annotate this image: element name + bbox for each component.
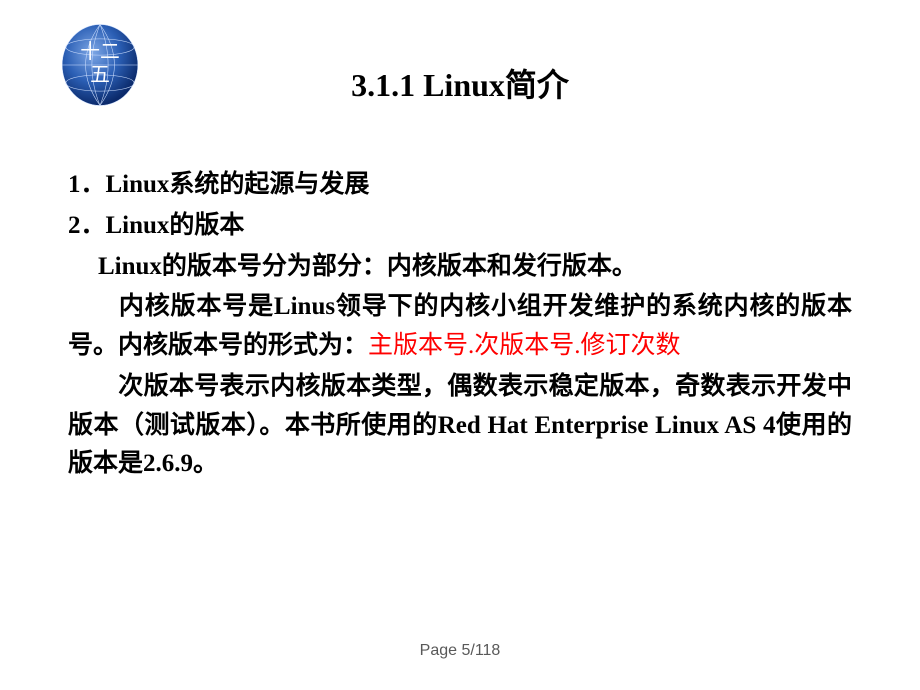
para3-text: 次版本号表示内核版本类型，偶数表示稳定版本，奇数表示开发中版本（测试版本）。本书… [68, 373, 852, 478]
list-item-1: 1．Linux系统的起源与发展 [68, 166, 852, 205]
logo-globe: 十二 五 [55, 20, 145, 110]
logo-text-top: 十二 [80, 41, 120, 63]
paragraph-3: 次版本号表示内核版本类型，偶数表示稳定版本，奇数表示开发中版本（测试版本）。本书… [68, 368, 852, 484]
slide-container: 十二 五 3.1.1 Linux简介 1．Linux系统的起源与发展 2．Lin… [0, 0, 920, 690]
paragraph-2: 内核版本号是Linus领导下的内核小组开发维护的系统内核的版本号。内核版本号的形… [68, 288, 852, 366]
list-item-2: 2．Linux的版本 [68, 207, 852, 246]
page-footer: Page 5/118 [0, 642, 920, 660]
para1-text: Linux的版本号分为部分：内核版本和发行版本。 [98, 253, 637, 280]
para2-text-b-highlight: 主版本号.次版本号.修订次数 [368, 332, 681, 359]
slide-body: 1．Linux系统的起源与发展 2．Linux的版本 Linux的版本号分为部分… [0, 166, 920, 484]
logo-text-bottom: 五 [90, 64, 110, 86]
paragraph-1: Linux的版本号分为部分：内核版本和发行版本。 [68, 248, 852, 287]
